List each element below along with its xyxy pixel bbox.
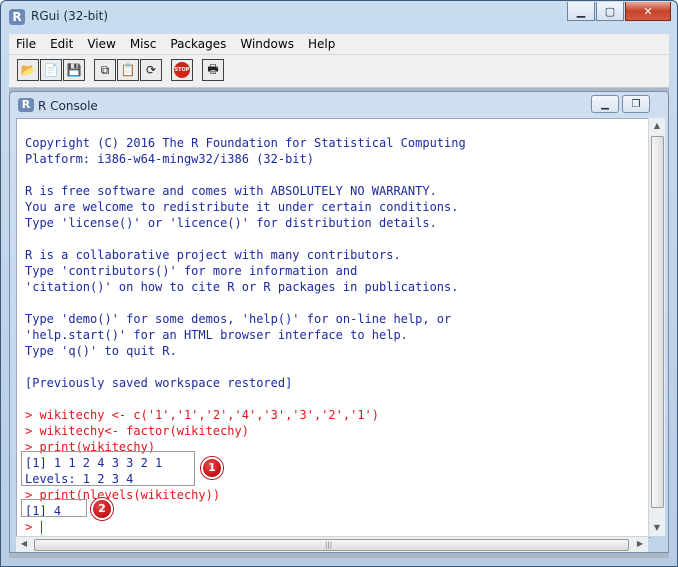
open-script-icon: 📂 xyxy=(20,63,36,77)
console-line: [Previously saved workspace restored] xyxy=(25,376,293,390)
paste-icon: 📋 xyxy=(120,63,136,77)
copy-paste-icon: ⟳ xyxy=(145,63,157,77)
open-script-button[interactable]: 📂 xyxy=(17,59,39,81)
callout-badge-1: 1 xyxy=(201,457,223,479)
console-line: You are welcome to redistribute it under… xyxy=(25,200,459,214)
scroll-up-icon[interactable]: ▲ xyxy=(649,118,665,134)
rgui-window: R RGui (32-bit) ▁ ▢ ✕ File Edit View Mis… xyxy=(0,0,678,567)
grip-icon: ||| xyxy=(325,541,333,549)
menu-packages[interactable]: Packages xyxy=(163,34,233,54)
callout-badge-2: 2 xyxy=(91,498,113,520)
stop-button[interactable]: STOP xyxy=(171,59,193,81)
vertical-scroll-thumb[interactable] xyxy=(651,136,664,508)
load-workspace-icon: 📄 xyxy=(43,63,59,77)
menu-edit[interactable]: Edit xyxy=(43,34,80,54)
console-line: Platform: i386-w64-mingw32/i386 (32-bit) xyxy=(25,152,314,166)
copy-button[interactable]: ⧉ xyxy=(94,59,116,81)
console-line: Copyright (C) 2016 The R Foundation for … xyxy=(25,136,466,150)
scroll-down-icon[interactable]: ▼ xyxy=(649,520,665,536)
close-button[interactable]: ✕ xyxy=(625,2,671,21)
highlight-box-2 xyxy=(21,499,87,517)
r-console-icon: R xyxy=(18,98,34,112)
console-restore-button[interactable]: ❐ xyxy=(622,95,650,113)
toolbar: 📂 📄 💾 ⧉ 📋 ⟳ STOP 🖶 xyxy=(9,55,669,88)
maximize-button[interactable]: ▢ xyxy=(596,2,624,21)
menu-help[interactable]: Help xyxy=(301,34,342,54)
menu-file[interactable]: File xyxy=(9,34,43,54)
minimize-button[interactable]: ▁ xyxy=(567,2,595,21)
highlight-box-1 xyxy=(21,451,195,486)
console-line: > wikitechy<- factor(wikitechy) xyxy=(25,424,249,438)
r-console-window: R R Console ▁ ❐ Copyright (C) 2016 The R… xyxy=(9,91,669,553)
save-workspace-icon: 💾 xyxy=(66,63,82,77)
copy-icon: ⧉ xyxy=(100,62,110,77)
minimize-icon: ▁ xyxy=(576,4,586,18)
scroll-left-icon[interactable]: ◀ xyxy=(16,536,32,552)
console-title: R Console xyxy=(38,99,98,113)
close-icon: ✕ xyxy=(643,4,653,18)
console-line: R is a collaborative project with many c… xyxy=(25,248,401,262)
horizontal-scrollbar[interactable]: ◀ ||| ▶ xyxy=(16,536,648,552)
load-workspace-button[interactable]: 📄 xyxy=(40,59,62,81)
paste-button[interactable]: 📋 xyxy=(117,59,139,81)
save-workspace-button[interactable]: 💾 xyxy=(63,59,85,81)
console-line: > xyxy=(25,519,466,535)
console-line: 'citation()' on how to cite R or R packa… xyxy=(25,280,459,294)
menu-misc[interactable]: Misc xyxy=(123,34,164,54)
vertical-scrollbar[interactable]: ▲ ▼ xyxy=(648,118,665,536)
console-line: Type 'demo()' for some demos, 'help()' f… xyxy=(25,312,452,326)
maximize-icon: ▢ xyxy=(604,4,616,18)
r-logo-icon: R xyxy=(9,9,25,25)
horizontal-scroll-thumb[interactable]: ||| xyxy=(34,539,629,551)
menu-bar: File Edit View Misc Packages Windows Hel… xyxy=(9,34,669,55)
console-line: > print(nlevels(wikitechy)) xyxy=(25,488,221,502)
window-title: RGui (32-bit) xyxy=(31,9,109,23)
console-output[interactable]: Copyright (C) 2016 The R Foundation for … xyxy=(16,118,650,538)
console-line: > wikitechy <- c('1','1','2','4','3','3'… xyxy=(25,408,380,422)
menu-view[interactable]: View xyxy=(80,34,122,54)
console-line: Type 'q()' to quit R. xyxy=(25,344,177,358)
minimize-icon: ▁ xyxy=(601,98,609,110)
restore-icon: ❐ xyxy=(631,98,641,110)
print-button[interactable]: 🖶 xyxy=(202,59,224,81)
text-cursor xyxy=(41,521,43,534)
console-line: R is free software and comes with ABSOLU… xyxy=(25,184,437,198)
console-line: Type 'license()' or 'licence()' for dist… xyxy=(25,216,437,230)
menu-windows[interactable]: Windows xyxy=(233,34,301,54)
console-line: 'help.start()' for an HTML browser inter… xyxy=(25,328,408,342)
copy-paste-button[interactable]: ⟳ xyxy=(140,59,162,81)
console-title-bar: R R Console ▁ ❐ xyxy=(10,92,668,118)
console-minimize-button[interactable]: ▁ xyxy=(591,95,619,113)
stop-icon: STOP xyxy=(174,62,190,78)
mdi-workspace: R R Console ▁ ❐ Copyright (C) 2016 The R… xyxy=(9,88,669,558)
scroll-right-icon[interactable]: ▶ xyxy=(632,536,648,552)
print-icon: 🖶 xyxy=(207,61,219,76)
title-bar: R RGui (32-bit) ▁ ▢ ✕ xyxy=(1,1,677,33)
console-line: Type 'contributors()' for more informati… xyxy=(25,264,358,278)
